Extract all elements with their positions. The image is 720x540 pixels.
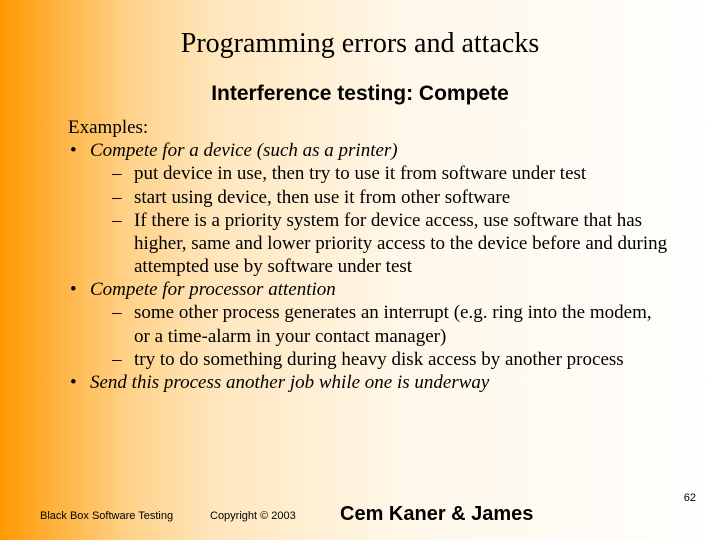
list-item: some other process generates an interrup… [90, 301, 670, 347]
slide-title: Programming errors and attacks [0, 0, 720, 60]
list-item: Compete for a device (such as a printer)… [68, 139, 670, 278]
page-number: 62 [684, 492, 696, 504]
bullet-text: Compete for a device (such as a printer) [90, 140, 398, 161]
list-item: Send this process another job while one … [68, 371, 670, 394]
footer-left: Black Box Software Testing [40, 510, 173, 522]
list-item: try to do something during heavy disk ac… [90, 348, 670, 371]
slide-subtitle: Interference testing: Compete [0, 82, 720, 106]
examples-label: Examples: [68, 116, 670, 139]
bullet-list: Compete for a device (such as a printer)… [68, 139, 670, 394]
bullet-text: Compete for processor attention [90, 279, 336, 300]
footer-authors: Cem Kaner & James [340, 503, 533, 526]
footer: Black Box Software Testing Copyright © 2… [0, 488, 720, 528]
bullet-text: Send this process another job while one … [90, 372, 489, 393]
footer-copyright: Copyright © 2003 [210, 510, 296, 522]
list-item: Compete for processor attention some oth… [68, 278, 670, 371]
slide: Programming errors and attacks Interfere… [0, 0, 720, 540]
sub-list: some other process generates an interrup… [90, 301, 670, 371]
slide-body: Examples: Compete for a device (such as … [68, 116, 670, 394]
list-item: If there is a priority system for device… [90, 209, 670, 279]
list-item: put device in use, then try to use it fr… [90, 162, 670, 185]
list-item: start using device, then use it from oth… [90, 186, 670, 209]
sub-list: put device in use, then try to use it fr… [90, 162, 670, 278]
